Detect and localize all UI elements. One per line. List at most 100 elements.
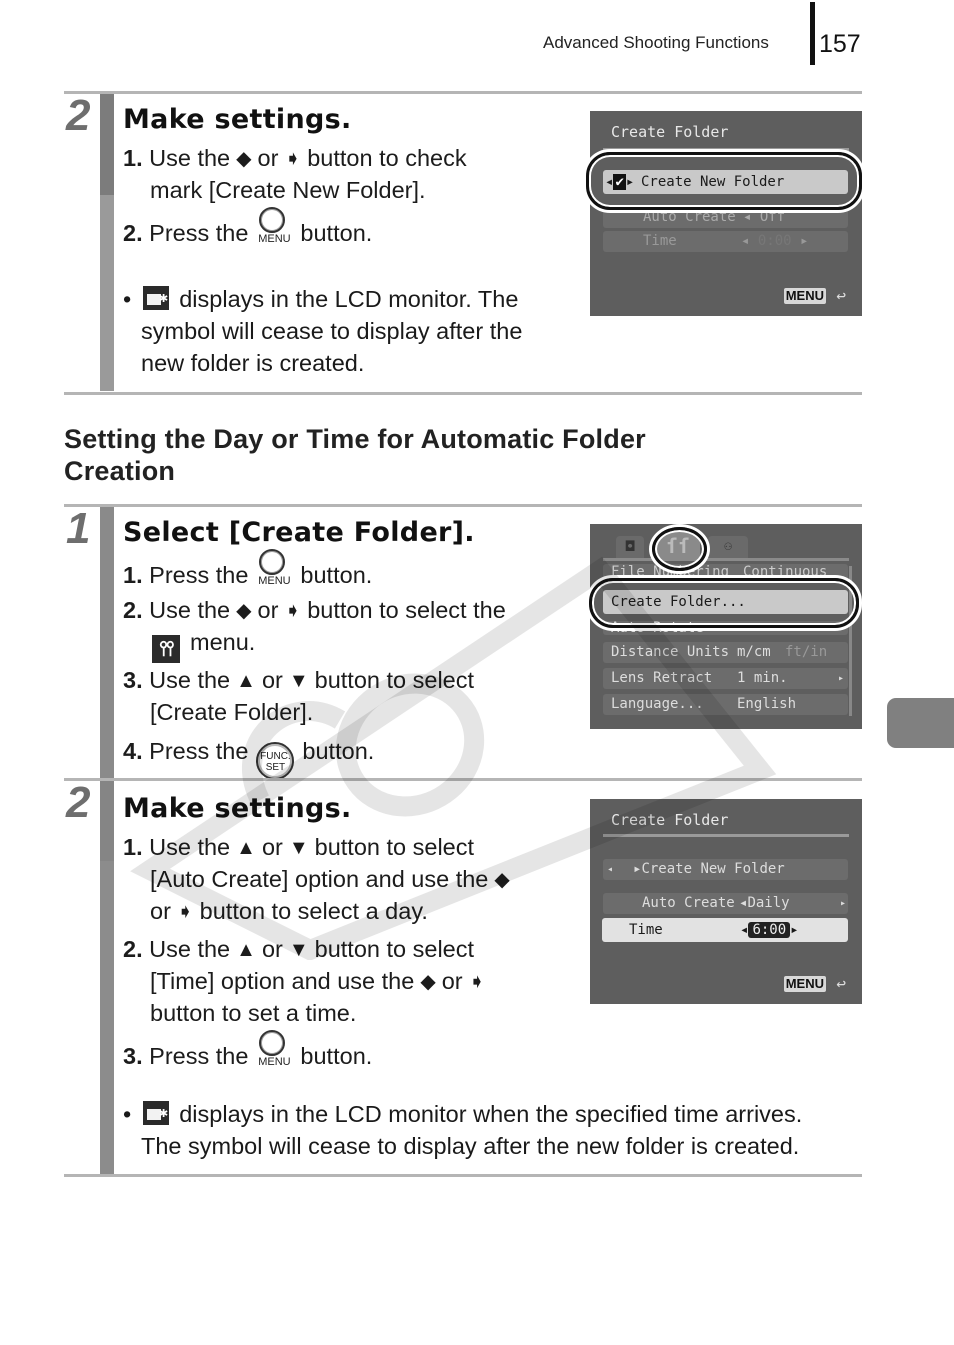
- instruction-continuation: button to set a time.: [150, 1000, 357, 1026]
- lcd-screen-create-folder: Create Folder ◂ ✔ ▸ Create New Folder Auto…: [590, 111, 862, 316]
- page-number: 157: [819, 30, 861, 58]
- item-number: 2.: [123, 220, 143, 246]
- note: •displays in the LCD monitor when the sp…: [123, 1098, 802, 1130]
- step-divider: [64, 392, 862, 395]
- item-number: 4.: [123, 738, 143, 764]
- text: Press the: [149, 1043, 249, 1069]
- instruction-item: 2. Press the MENU button.: [123, 207, 372, 249]
- text: or: [150, 898, 171, 924]
- menu-button-icon: MENU: [256, 207, 292, 245]
- menu-key-icon: MENU: [783, 288, 826, 304]
- step-title: Make settings.: [123, 104, 352, 135]
- text: or: [261, 936, 283, 962]
- step-divider: [64, 91, 862, 94]
- step-divider: [64, 504, 862, 507]
- step-bar: [100, 94, 114, 391]
- right-arrow-icon: ➧: [176, 901, 194, 923]
- screen-rule: [603, 148, 849, 151]
- instruction-item: 3. Use the ▲ or ▼ button to select: [123, 664, 474, 697]
- screen-rule: [603, 834, 849, 837]
- row-label: Auto Create: [643, 209, 736, 225]
- note: •displays in the LCD monitor. The: [123, 283, 518, 315]
- func-set-button-icon: FUNC. SET: [256, 742, 295, 780]
- instruction-item: 3. Press the MENU button.: [123, 1030, 373, 1072]
- left-arrow-icon: ◆: [236, 600, 252, 622]
- instruction-item: 4. Press the FUNC. SET button.: [123, 735, 374, 780]
- left-arrow-icon: ◆: [236, 148, 252, 170]
- menu-label: MENU: [258, 575, 291, 587]
- highlight-oval-tab: [652, 527, 707, 571]
- screen-title: Create Folder: [611, 123, 729, 141]
- text: [Auto Create] option and use the: [150, 866, 489, 892]
- camera-tab-icon: ◘: [616, 536, 644, 558]
- step-title: Make settings.: [123, 793, 352, 824]
- text: Use the: [149, 936, 231, 962]
- item-number: 1.: [123, 562, 143, 588]
- setup-menu-icon: ⫯⫯: [152, 635, 180, 663]
- heading-line: Creation: [64, 456, 176, 486]
- screen-row-auto-create: Auto Create ◂ Off: [603, 207, 848, 228]
- instruction-continuation: [Time] option and use the ◆ or ➧: [150, 965, 491, 998]
- step-number: 2: [66, 91, 91, 140]
- right-arrow-icon: ▸: [839, 898, 846, 909]
- text: button to select: [314, 667, 475, 693]
- row-label: Time: [629, 922, 663, 938]
- text: [Time] option and use the: [150, 968, 415, 994]
- note-line: symbol will cease to display after the: [141, 318, 523, 344]
- instruction-item: 1. Use the ◆ or ➧ button to check: [123, 142, 467, 175]
- item-number: 1.: [123, 145, 143, 171]
- text: or: [441, 968, 463, 994]
- return-icon: ↩: [836, 286, 846, 305]
- text: button.: [300, 1043, 373, 1069]
- step-number: 1: [66, 504, 91, 553]
- text: menu.: [190, 629, 256, 655]
- text: Press the: [149, 738, 249, 764]
- text: or: [257, 597, 279, 623]
- screen-row-language: Language... English: [603, 694, 848, 715]
- screen-row-create-new-folder: ◂ ▸Create New Folder: [603, 859, 848, 880]
- row-label: ▸Create New Folder: [633, 861, 785, 877]
- heading-line: Setting the Day or Time for Automatic Fo…: [64, 424, 646, 454]
- row-value: ◂ 0:00 ▸: [741, 233, 809, 249]
- text: button to select a day.: [199, 898, 428, 924]
- right-arrow-icon: ➧: [284, 148, 302, 170]
- lcd-screen-auto-create: Create Folder ◂ ▸Create New Folder Auto …: [590, 799, 862, 1004]
- text: Use the: [149, 145, 231, 171]
- text: Use the: [149, 667, 231, 693]
- text: or: [261, 667, 283, 693]
- row-value: English: [737, 696, 797, 712]
- text: or: [261, 834, 283, 860]
- screen-row-time: Time ◂ 0:00 ▸: [603, 231, 848, 252]
- my-settings-tab-icon: ⚇: [708, 536, 748, 558]
- note-line: The symbol will cease to display after t…: [141, 1133, 800, 1159]
- text: Press the: [149, 220, 249, 246]
- down-arrow-icon: ▼: [288, 670, 309, 692]
- instruction-item: 2. Use the ▲ or ▼ button to select: [123, 933, 474, 966]
- running-header: Advanced Shooting Functions: [543, 33, 769, 52]
- screen-title: Create Folder: [611, 811, 729, 829]
- step-number: 2: [66, 778, 91, 827]
- right-arrow-icon: ▸: [837, 673, 844, 684]
- header-divider: [810, 2, 815, 65]
- row-value: ◂ 6:00 ▸: [740, 922, 799, 938]
- left-arrow-icon: ◆: [420, 971, 436, 993]
- left-arrow-icon: ◂: [607, 864, 614, 875]
- right-arrow-icon: ➧: [284, 600, 302, 622]
- row-label: Language...: [611, 696, 704, 712]
- screen-row-time: Time ◂ 6:00 ▸: [602, 918, 848, 942]
- left-arrow-icon: ◆: [494, 869, 510, 891]
- text: button to select: [314, 834, 475, 860]
- up-arrow-icon: ▲: [236, 837, 256, 859]
- text: displays in the LCD monitor when the spe…: [179, 1101, 803, 1127]
- screen-row-auto-create: Auto Create ◂Daily ▸: [603, 893, 848, 914]
- item-number: 1.: [123, 834, 143, 860]
- text: Press the: [149, 562, 249, 588]
- row-value: 1 min.: [737, 670, 788, 686]
- text: button.: [300, 562, 373, 588]
- text: button to check: [307, 145, 467, 171]
- row-label: Auto Create: [642, 895, 735, 911]
- step-title: Select [Create Folder].: [123, 517, 475, 548]
- menu-button-icon: MENU: [256, 1030, 292, 1068]
- chapter-tab: [887, 698, 954, 748]
- step-bar: [100, 507, 114, 778]
